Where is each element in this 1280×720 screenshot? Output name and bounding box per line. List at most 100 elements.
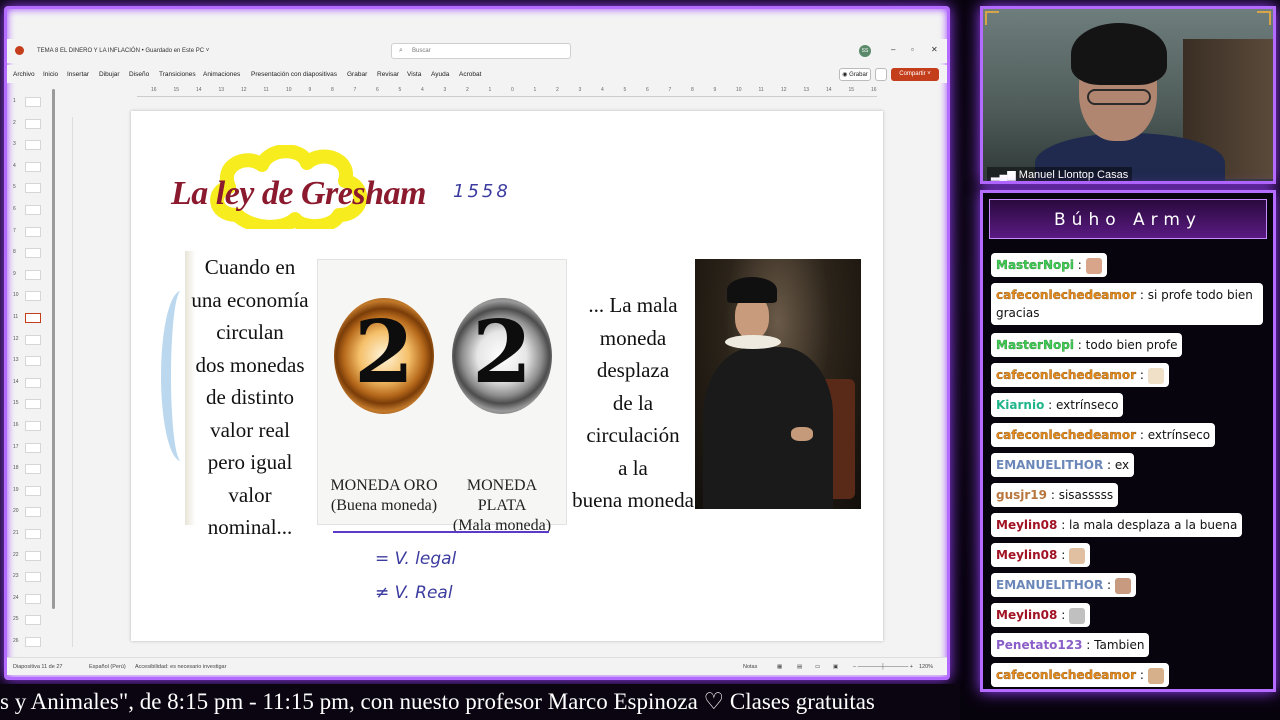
slide-thumbnail[interactable]: 6	[11, 203, 51, 219]
chat-username[interactable]: Kiarnio	[996, 398, 1044, 412]
vertical-ruler	[65, 117, 73, 647]
gresham-portrait	[695, 259, 861, 509]
slideshow-icon[interactable]: ▣	[833, 664, 838, 670]
slide-thumbnail[interactable]: 5	[11, 181, 51, 197]
chat-username[interactable]: Meylin08	[996, 518, 1057, 532]
menu-item[interactable]: Animaciones	[203, 71, 240, 78]
slide-thumbnail[interactable]: 20	[11, 505, 51, 521]
menu-item[interactable]: Vista	[407, 71, 421, 78]
slide-thumbnail-number: 19	[13, 486, 19, 493]
slide-thumbnail[interactable]: 12	[11, 333, 51, 349]
slide-thumbnail-preview	[25, 291, 41, 302]
chat-username[interactable]: cafeconlechedeamor	[996, 428, 1136, 442]
ink-note-legal: = V. legal	[375, 549, 457, 569]
menu-item[interactable]: Insertar	[67, 71, 89, 78]
menu-item[interactable]: Archivo	[13, 71, 35, 78]
notes-button[interactable]: Notas	[743, 664, 757, 670]
slide-thumbnail-preview	[25, 97, 41, 107]
ruler-tick: 9	[713, 87, 717, 93]
chat-username[interactable]: EMANUELITHOR	[996, 458, 1103, 472]
slide-thumbnail[interactable]: 14	[11, 376, 51, 392]
chat-username[interactable]: gusjr19	[996, 488, 1047, 502]
chat-username[interactable]: EMANUELITHOR	[996, 578, 1103, 592]
slide-thumbnail[interactable]: 4	[11, 160, 51, 176]
slide-thumbnail[interactable]: 25	[11, 613, 51, 629]
chat-message: Meylin08 :	[991, 543, 1091, 567]
zoom-level[interactable]: 120%	[919, 664, 933, 670]
chat-username[interactable]: cafeconlechedeamor	[996, 668, 1136, 682]
chat-message: Kiarnio : extrínseco	[991, 393, 1124, 417]
comment-button[interactable]	[875, 68, 887, 81]
slide-thumbnail[interactable]: 8	[11, 246, 51, 262]
reading-view-icon[interactable]: ▭	[815, 664, 820, 670]
slide-thumbnail[interactable]: 19	[11, 484, 51, 500]
right-text-line: ... La mala	[588, 293, 678, 317]
record-button[interactable]: ◉ Grabar	[839, 68, 871, 81]
menu-item[interactable]: Grabar	[347, 71, 367, 78]
slide-thumbnail[interactable]: 15	[11, 397, 51, 413]
slide-thumbnail-preview	[25, 507, 41, 518]
menu-item[interactable]: Revisar	[377, 71, 399, 78]
document-title[interactable]: TEMA 8 EL DINERO Y LA INFLACIÓN • Guarda…	[37, 48, 209, 54]
chat-message: MasterNopi :	[991, 253, 1107, 277]
left-text-line: valor nominal...	[207, 482, 293, 540]
slide-thumbnail[interactable]: 22	[11, 549, 51, 565]
slide-thumbnail-preview	[25, 140, 41, 151]
chat-username[interactable]: cafeconlechedeamor	[996, 288, 1136, 302]
slide-thumbnail[interactable]: 9	[11, 268, 51, 284]
slide-canvas[interactable]: La ley de Gresham 1558 Cuando en una econ…	[131, 111, 883, 641]
slide-thumbnail[interactable]: 1	[11, 95, 51, 111]
slide-thumbnail-number: 21	[13, 530, 19, 536]
zoom-slider[interactable]: – ──────┼────── +	[853, 664, 913, 670]
slide-thumbnail[interactable]: 26	[11, 635, 51, 651]
slide-thumbnail[interactable]: 10	[11, 289, 51, 305]
chat-username[interactable]: MasterNopi	[996, 258, 1074, 272]
slide-thumbnail[interactable]: 21	[11, 527, 51, 543]
slide-thumbnail-number: 18	[13, 465, 19, 472]
slide-thumbnail[interactable]: 23	[11, 570, 51, 586]
chat-username[interactable]: MasterNopi	[996, 338, 1074, 352]
slide-thumbnail[interactable]: 24	[11, 592, 51, 608]
accessibility-status[interactable]: Accesibilidad: es necesario investigar	[135, 664, 226, 670]
chat-username[interactable]: Meylin08	[996, 548, 1057, 562]
normal-view-icon[interactable]: ▦	[777, 664, 782, 670]
thumbnail-scrollbar[interactable]	[52, 89, 55, 609]
menu-item[interactable]: Diseño	[129, 71, 149, 78]
slide-thumbnail[interactable]: 18	[11, 462, 51, 478]
slide-thumbnail[interactable]: 11	[11, 311, 51, 327]
sorter-view-icon[interactable]: ▤	[797, 664, 802, 670]
silver-coin-label-line2: (Mala moneda)	[452, 517, 552, 534]
avatar[interactable]: SS	[859, 45, 871, 57]
menu-item[interactable]: Presentación con diapositivas	[251, 71, 337, 78]
menu-item[interactable]: Acrobat	[459, 71, 481, 78]
chat-username[interactable]: cafeconlechedeamor	[996, 368, 1136, 382]
share-button[interactable]: Compartir ˅	[891, 68, 939, 81]
slide-thumbnail[interactable]: 3	[11, 138, 51, 154]
search-input[interactable]: ⌕ Buscar	[391, 43, 571, 59]
menu-item[interactable]: Transiciones	[159, 71, 196, 78]
chat-emote-icon	[1069, 607, 1086, 624]
slide-thumbnail[interactable]: 13	[11, 354, 51, 370]
ruler-tick: 11	[758, 87, 764, 93]
corner-ornament	[1257, 11, 1271, 25]
slide-thumbnail[interactable]: 7	[11, 225, 51, 241]
language-indicator[interactable]: Español (Perú)	[89, 664, 126, 670]
maximize-icon[interactable]: ▫	[911, 45, 914, 54]
menu-item[interactable]: Ayuda	[431, 71, 449, 78]
chat-message: Penetato123 : Tambien	[991, 633, 1150, 657]
chat-emote-icon	[1069, 547, 1086, 564]
slide-counter: Diapositiva 11 de 27	[13, 664, 63, 670]
close-icon[interactable]: ✕	[931, 45, 938, 54]
slide-thumbnail-preview	[25, 334, 41, 345]
chat-username[interactable]: Penetato123	[996, 638, 1082, 652]
slide-thumbnail[interactable]: 2	[11, 117, 51, 133]
slide-thumbnail[interactable]: 16	[11, 419, 51, 435]
gold-coin-label-line2: (Buena moneda)	[330, 497, 438, 514]
menu-item[interactable]: Inicio	[43, 71, 58, 78]
chat-emote-icon	[1085, 257, 1102, 274]
slide-thumbnail[interactable]: 17	[11, 441, 51, 457]
webcam-person-glasses	[1087, 89, 1151, 105]
chat-username[interactable]: Meylin08	[996, 608, 1057, 622]
minimize-icon[interactable]: –	[891, 45, 895, 54]
menu-item[interactable]: Dibujar	[99, 71, 120, 78]
